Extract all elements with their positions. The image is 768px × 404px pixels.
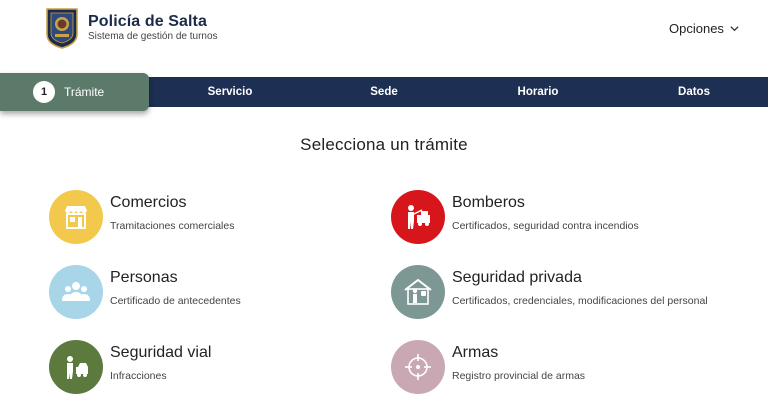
police-badge-logo[interactable] xyxy=(44,6,80,49)
card-seguridad-vial[interactable]: Seguridad vial Infracciones xyxy=(49,340,389,396)
card-title: Personas xyxy=(110,269,178,286)
page-heading: Selecciona un trámite xyxy=(300,135,468,154)
card-description: Infracciones xyxy=(110,370,167,382)
crosshair-icon xyxy=(391,340,445,394)
card-title: Bomberos xyxy=(452,194,525,211)
card-description: Certificados, credenciales, modificacion… xyxy=(452,295,708,307)
step-servicio[interactable]: Servicio xyxy=(170,77,290,107)
card-title: Seguridad vial xyxy=(110,344,212,361)
storefront-icon xyxy=(49,190,103,244)
step-tramite-label: Trámite xyxy=(64,85,105,99)
card-title: Comercios xyxy=(110,194,187,211)
traffic-officer-icon xyxy=(49,340,103,394)
header: Policía de Salta Sistema de gestión de t… xyxy=(0,0,768,62)
card-seguridad-privada[interactable]: Seguridad privada Certificados, credenci… xyxy=(391,265,731,321)
step-datos[interactable]: Datos xyxy=(634,77,754,107)
options-menu-button[interactable]: Opciones xyxy=(669,21,740,36)
step-number-badge: 1 xyxy=(33,81,55,103)
card-comercios[interactable]: Comercios Tramitaciones comerciales xyxy=(49,190,389,246)
card-title: Armas xyxy=(452,344,499,361)
options-label: Opciones xyxy=(669,21,724,36)
card-title: Seguridad privada xyxy=(452,269,582,286)
chevron-down-icon xyxy=(730,26,739,32)
card-description: Certificados, seguridad contra incendios xyxy=(452,220,639,232)
card-personas[interactable]: Personas Certificado de antecedentes xyxy=(49,265,389,321)
step-horario[interactable]: Horario xyxy=(478,77,598,107)
card-description: Certificado de antecedentes xyxy=(110,295,241,307)
brand-subtitle: Sistema de gestión de turnos xyxy=(88,31,218,42)
people-icon xyxy=(49,265,103,319)
card-armas[interactable]: Armas Registro provincial de armas xyxy=(391,340,731,396)
step-sede[interactable]: Sede xyxy=(324,77,444,107)
step-tramite-active[interactable]: 1 Trámite xyxy=(0,73,149,111)
firefighter-icon xyxy=(391,190,445,244)
card-description: Registro provincial de armas xyxy=(452,370,586,382)
card-bomberos[interactable]: Bomberos Certificados, seguridad contra … xyxy=(391,190,731,246)
card-description: Tramitaciones comerciales xyxy=(110,220,235,232)
brand-title: Policía de Salta xyxy=(88,13,207,30)
guard-house-icon xyxy=(391,265,445,319)
